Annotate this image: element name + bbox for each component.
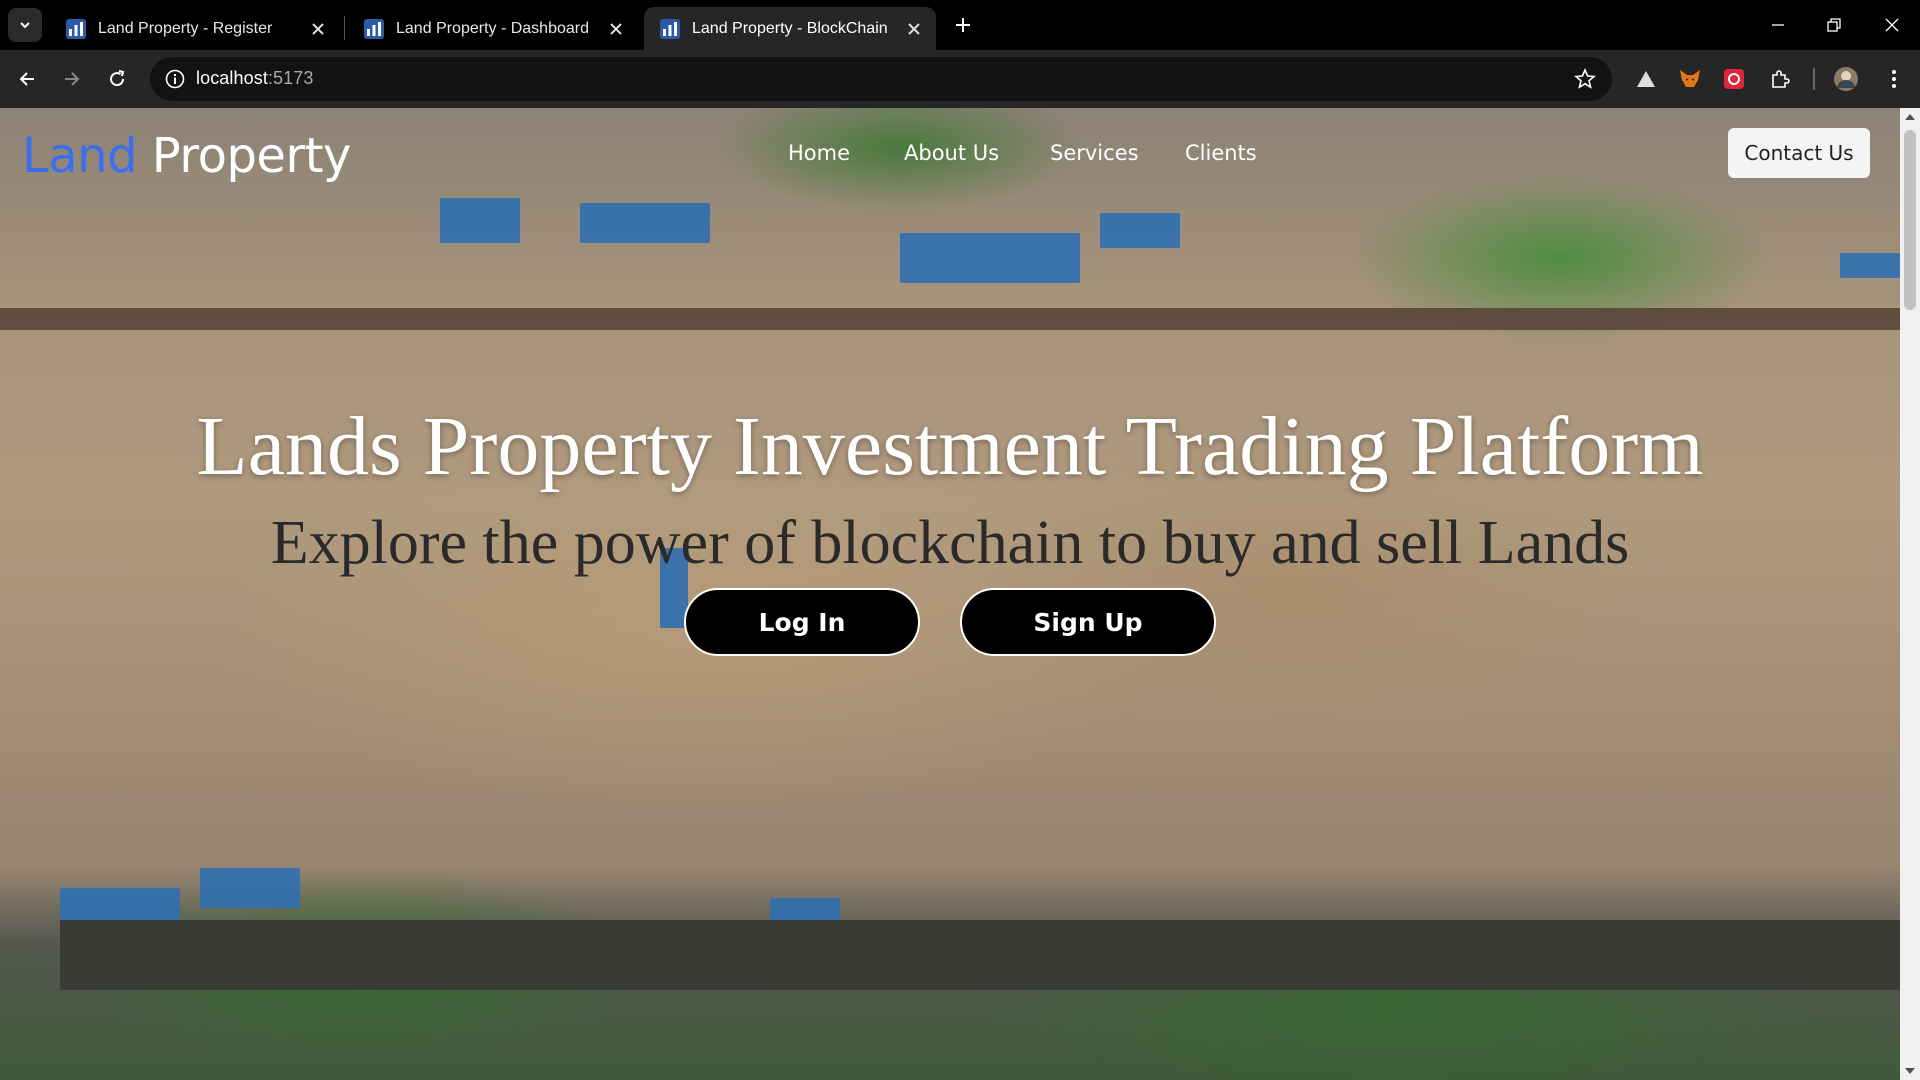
tab-blockchain[interactable]: Land Property - BlockChain xyxy=(644,7,936,50)
contact-us-button[interactable]: Contact Us xyxy=(1728,128,1870,178)
browser-toolbar: localhost:5173 xyxy=(0,50,1920,108)
nav-about-us[interactable]: About Us xyxy=(904,141,999,165)
login-button[interactable]: Log In xyxy=(684,588,920,656)
close-icon xyxy=(1885,18,1899,32)
reload-icon xyxy=(110,70,125,87)
chart-favicon-icon xyxy=(364,18,384,39)
hero-subtitle: Explore the power of blockchain to buy a… xyxy=(270,509,1630,577)
window-close-button[interactable] xyxy=(1864,0,1920,50)
minimize-button[interactable] xyxy=(1750,0,1806,50)
tab-separator xyxy=(344,16,345,40)
arrow-left-icon xyxy=(19,72,34,86)
red-extension-icon[interactable] xyxy=(1720,65,1748,93)
signup-button[interactable]: Sign Up xyxy=(960,588,1216,656)
forward-button[interactable] xyxy=(56,63,88,95)
tab-title: Land Property - Dashboard xyxy=(396,19,589,37)
logo-text: Property xyxy=(137,128,352,184)
tab-dashboard[interactable]: Land Property - Dashboard xyxy=(348,7,638,50)
tarp-shape xyxy=(580,203,710,243)
nav-services[interactable]: Services xyxy=(1050,141,1139,165)
url-text[interactable]: localhost:5173 xyxy=(196,68,314,89)
url-host: localhost xyxy=(196,68,268,88)
nav-clients[interactable]: Clients xyxy=(1185,141,1257,165)
scroll-up-icon[interactable] xyxy=(1905,114,1915,120)
chart-favicon-icon xyxy=(660,18,680,39)
page-scrollbar[interactable] xyxy=(1900,108,1920,1080)
triangle-extension-icon[interactable] xyxy=(1632,65,1660,93)
bookmark-star-icon[interactable] xyxy=(1574,68,1596,90)
scroll-down-icon[interactable] xyxy=(1905,1068,1915,1074)
page-viewport: Land Property Home About Us Services Cli… xyxy=(0,108,1900,1080)
tarp-shape xyxy=(770,898,840,920)
minimize-icon xyxy=(1772,24,1784,26)
site-logo[interactable]: Land Property xyxy=(22,128,351,184)
close-icon[interactable] xyxy=(904,19,924,39)
nav-home[interactable]: Home xyxy=(788,141,850,165)
reload-button[interactable] xyxy=(101,63,133,95)
restore-button[interactable] xyxy=(1806,0,1862,50)
tab-register[interactable]: Land Property - Register xyxy=(50,7,340,50)
more-menu-icon[interactable] xyxy=(1880,65,1908,93)
tarp-shape xyxy=(900,233,1080,283)
puzzle-extensions-icon[interactable] xyxy=(1766,65,1794,93)
close-icon[interactable] xyxy=(308,19,328,39)
toolbar-divider xyxy=(1813,68,1815,90)
hero-fence-top xyxy=(0,308,1900,330)
chevron-down-icon xyxy=(20,22,30,29)
tarp-shape xyxy=(440,198,520,243)
info-icon[interactable] xyxy=(164,68,186,90)
address-bar[interactable]: localhost:5173 xyxy=(150,57,1612,101)
chart-favicon-icon xyxy=(66,18,86,39)
hero-background-image xyxy=(0,108,1900,1080)
arrow-right-icon xyxy=(65,72,80,86)
profile-avatar-icon[interactable] xyxy=(1832,65,1860,93)
url-port: :5173 xyxy=(267,68,314,88)
tarp-shape xyxy=(1100,213,1180,248)
plus-icon xyxy=(956,18,970,32)
hero-title: Lands Property Investment Trading Platfo… xyxy=(196,400,1704,493)
hero-fence-bottom xyxy=(60,920,1900,990)
tarp-shape xyxy=(1840,253,1900,278)
restore-icon xyxy=(1827,18,1841,32)
fox-extension-icon[interactable] xyxy=(1676,65,1704,93)
tab-search-button[interactable] xyxy=(8,8,42,42)
tab-strip: Land Property - Register Land Property -… xyxy=(0,0,1920,50)
back-button[interactable] xyxy=(11,63,43,95)
tarp-shape xyxy=(60,888,180,920)
close-icon[interactable] xyxy=(606,19,626,39)
new-tab-button[interactable] xyxy=(948,10,978,40)
tarp-shape xyxy=(200,868,300,908)
logo-accent-text: Land xyxy=(22,128,138,184)
tab-title: Land Property - Register xyxy=(98,19,273,37)
scrollbar-thumb[interactable] xyxy=(1904,130,1916,310)
tab-title: Land Property - BlockChain xyxy=(692,19,888,37)
